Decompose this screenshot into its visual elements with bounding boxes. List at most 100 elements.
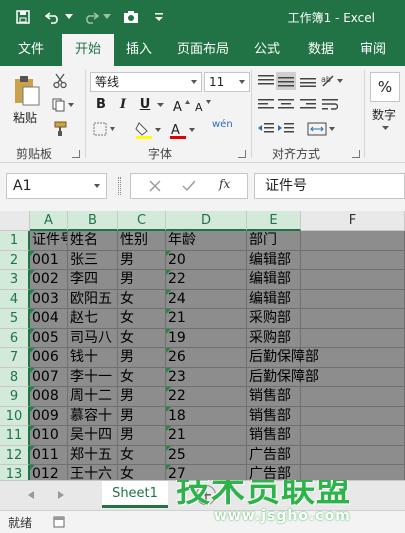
cell-f3[interactable]	[301, 270, 405, 290]
cancel-icon[interactable]	[147, 178, 163, 194]
column-header-b[interactable]: B	[68, 211, 118, 231]
cell-d12[interactable]: 25	[166, 445, 247, 465]
cell-c11[interactable]: 男	[118, 426, 166, 446]
row-header-9[interactable]: 9	[0, 387, 30, 407]
cell-a3[interactable]: 002	[30, 270, 68, 290]
increase-font-icon[interactable]: A	[172, 96, 192, 114]
cell-d13[interactable]: 27	[166, 465, 247, 480]
cell-f6[interactable]	[301, 328, 405, 348]
formula-input[interactable]: 证件号	[254, 173, 405, 199]
number-format-button[interactable]: %	[370, 72, 400, 102]
cell-c3[interactable]: 男	[118, 270, 166, 290]
row-header-2[interactable]: 2	[0, 250, 30, 270]
column-header-c[interactable]: C	[118, 211, 166, 231]
add-sheet-icon[interactable]: +	[196, 485, 216, 505]
cell-c7[interactable]: 男	[118, 348, 166, 368]
row-header-7[interactable]: 7	[0, 348, 30, 368]
format-painter-icon[interactable]	[50, 120, 70, 138]
cell-d1[interactable]: 年龄	[166, 231, 247, 251]
scroll-right-icon[interactable]	[54, 488, 68, 502]
tab-home[interactable]: 开始	[62, 34, 114, 66]
cell-e9[interactable]: 销售部	[247, 387, 301, 407]
cut-icon[interactable]	[50, 72, 70, 90]
cell-e11[interactable]: 销售部	[247, 426, 301, 446]
cell-a9[interactable]: 008	[30, 387, 68, 407]
cell-e10[interactable]: 销售部	[247, 406, 301, 426]
select-all-corner[interactable]	[0, 211, 30, 231]
underline-dropdown-icon[interactable]	[156, 100, 164, 110]
number-dropdown-icon[interactable]	[380, 124, 390, 132]
align-top-icon[interactable]	[256, 72, 276, 90]
align-left-icon[interactable]	[256, 96, 276, 114]
row-header-5[interactable]: 5	[0, 309, 30, 329]
cell-d8[interactable]: 23	[166, 367, 247, 387]
cell-f11[interactable]	[301, 426, 405, 446]
cell-a2[interactable]: 001	[30, 250, 68, 270]
row-header-10[interactable]: 10	[0, 406, 30, 426]
row-header-4[interactable]: 4	[0, 289, 30, 309]
cell-c6[interactable]: 女	[118, 328, 166, 348]
clipboard-launcher-icon[interactable]	[72, 150, 80, 158]
cell-f4[interactable]	[301, 289, 405, 309]
cell-c8[interactable]: 女	[118, 367, 166, 387]
cell-d3[interactable]: 22	[166, 270, 247, 290]
cell-b11[interactable]: 吴十四	[68, 426, 118, 446]
cell-b4[interactable]: 欧阳五	[68, 289, 118, 309]
cell-a11[interactable]: 010	[30, 426, 68, 446]
wrap-text-icon[interactable]	[320, 96, 340, 114]
customize-qat-icon[interactable]	[148, 6, 170, 28]
tab-insert[interactable]: 插入	[116, 34, 162, 66]
column-header-a[interactable]: A	[30, 211, 68, 231]
redo-dropdown-icon[interactable]	[102, 6, 112, 28]
macro-record-icon[interactable]	[52, 515, 66, 529]
tab-data[interactable]: 数据	[298, 34, 344, 66]
cell-b2[interactable]: 张三	[68, 250, 118, 270]
decrease-indent-icon[interactable]	[256, 120, 276, 138]
row-header-6[interactable]: 6	[0, 328, 30, 348]
cell-a13[interactable]: 012	[30, 465, 68, 480]
camera-icon[interactable]	[120, 6, 142, 28]
cell-d2[interactable]: 20	[166, 250, 247, 270]
cell-d10[interactable]: 18	[166, 406, 247, 426]
row-header-1[interactable]: 1	[0, 231, 30, 251]
cell-f13[interactable]	[301, 465, 405, 480]
copy-icon[interactable]	[50, 96, 76, 114]
cell-a10[interactable]: 009	[30, 406, 68, 426]
row-header-8[interactable]: 8	[0, 367, 30, 387]
cell-d11[interactable]: 21	[166, 426, 247, 446]
cell-b10[interactable]: 慕容十	[68, 406, 118, 426]
cell-d4[interactable]: 24	[166, 289, 247, 309]
cell-e1[interactable]: 部门	[247, 231, 301, 251]
cell-c9[interactable]: 男	[118, 387, 166, 407]
cell-e2[interactable]: 编辑部	[247, 250, 301, 270]
tab-page-layout[interactable]: 页面布局	[170, 34, 236, 66]
cell-c4[interactable]: 女	[118, 289, 166, 309]
cell-a4[interactable]: 003	[30, 289, 68, 309]
cell-e12[interactable]: 广告部	[247, 445, 301, 465]
cell-e8[interactable]: 后勤保障部	[247, 367, 319, 387]
spreadsheet-grid[interactable]: ABCDEF1证件号姓名性别年龄部门2001张三男20编辑部3002李四男22编…	[0, 211, 405, 480]
fill-color-icon[interactable]	[134, 120, 162, 140]
orientation-icon[interactable]: ab	[320, 72, 344, 90]
row-header-13[interactable]: 13	[0, 465, 30, 480]
chevron-down-icon[interactable]	[94, 184, 100, 188]
underline-button[interactable]: U	[134, 95, 156, 115]
undo-icon[interactable]	[42, 6, 64, 28]
cell-b3[interactable]: 李四	[68, 270, 118, 290]
font-launcher-icon[interactable]	[238, 150, 246, 158]
column-header-f[interactable]: F	[301, 211, 405, 231]
cell-e7[interactable]: 后勤保障部	[247, 348, 319, 368]
cell-a1[interactable]: 证件号	[30, 231, 68, 251]
cell-c1[interactable]: 性别	[118, 231, 166, 251]
cell-e13[interactable]: 广告部	[247, 465, 301, 480]
column-header-e[interactable]: E	[247, 211, 301, 231]
paste-icon[interactable]	[12, 74, 42, 108]
cell-e4[interactable]: 编辑部	[247, 289, 301, 309]
name-box[interactable]: A1	[6, 173, 107, 199]
merge-center-icon[interactable]	[306, 120, 336, 138]
borders-icon[interactable]	[92, 120, 116, 138]
cell-b5[interactable]: 赵七	[68, 309, 118, 329]
decrease-font-icon[interactable]: A	[194, 96, 214, 114]
italic-button[interactable]: I	[112, 95, 134, 115]
number-group-label[interactable]: 数字	[372, 106, 396, 123]
